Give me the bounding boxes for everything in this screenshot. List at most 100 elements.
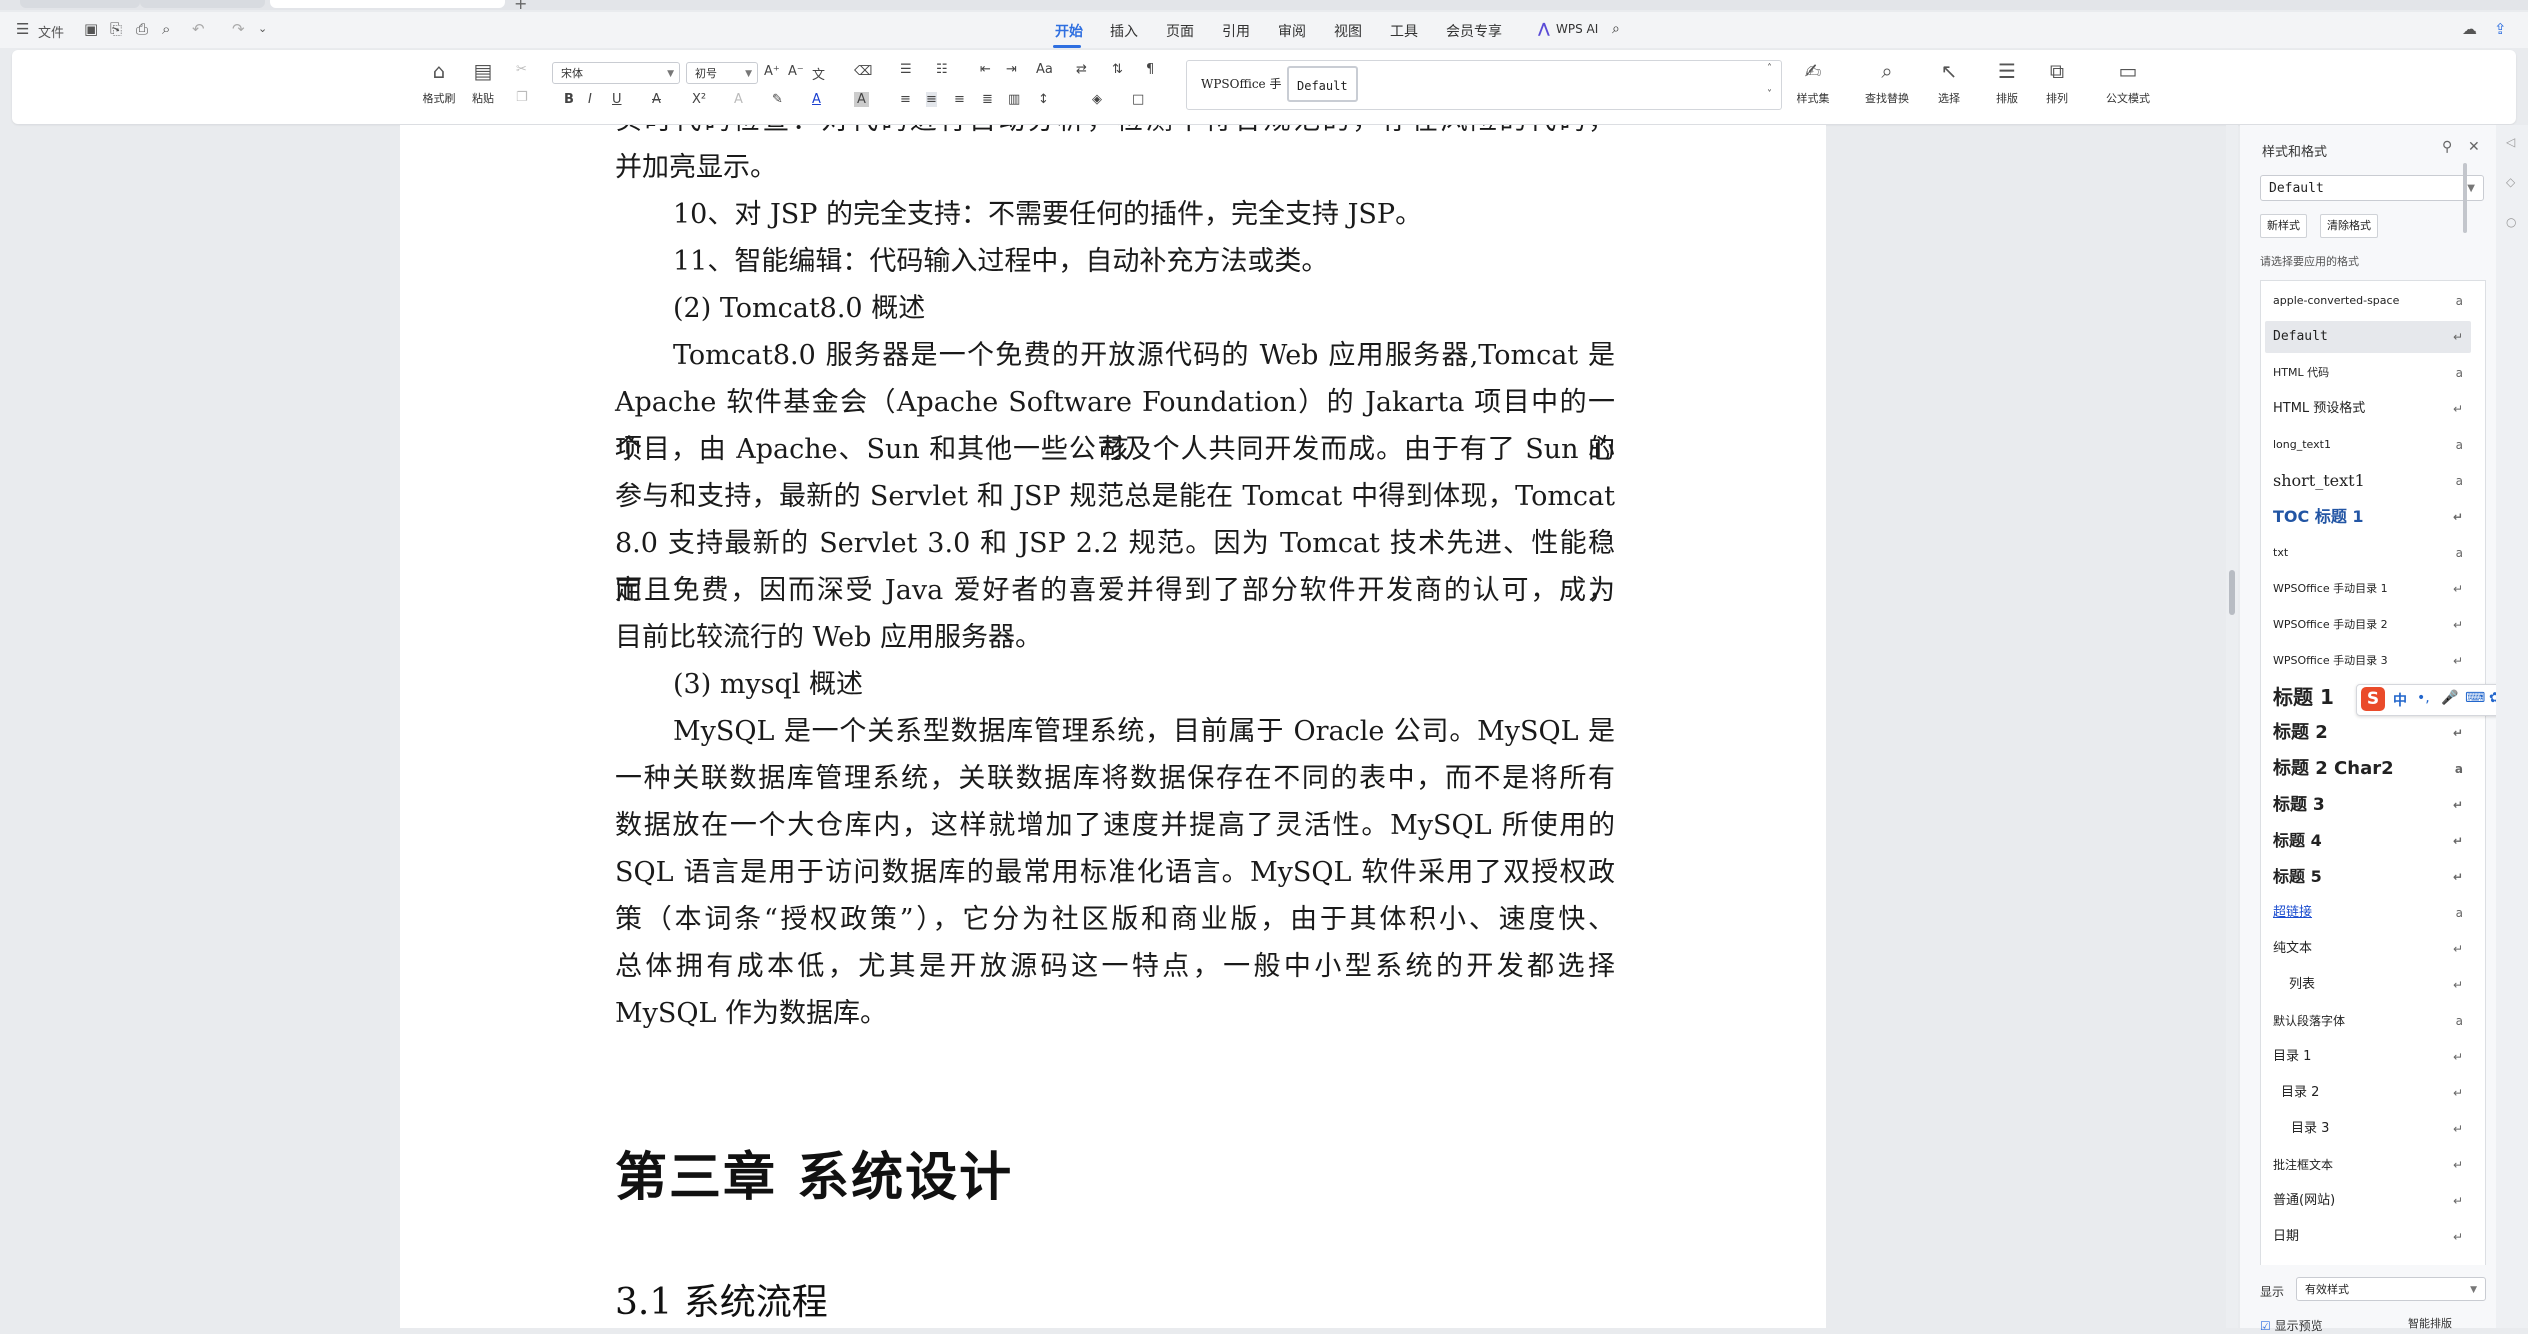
style-list-scrollbar[interactable]	[2463, 163, 2467, 233]
superscript-icon[interactable]: X²	[692, 92, 706, 107]
strikethrough-icon[interactable]: A	[652, 92, 661, 107]
menu-references[interactable]: 引用	[1222, 21, 1250, 41]
style-item[interactable]: apple-converted-space a	[2265, 285, 2471, 317]
style-item[interactable]: 标题 5 ↵	[2265, 861, 2471, 893]
shading-icon[interactable]: ◈	[1092, 92, 1102, 107]
gallery-scroll-up-icon[interactable]: ˄	[1767, 63, 1772, 74]
style-item[interactable]: short_text1 a	[2265, 465, 2471, 497]
style-item[interactable]: 纯文本 ↵	[2265, 933, 2471, 965]
align-left-icon[interactable]: ≡	[900, 92, 911, 107]
pin-icon[interactable]: ⚲	[2442, 139, 2452, 155]
distributed-icon[interactable]: ▥	[1008, 92, 1020, 107]
style-item[interactable]: HTML 代码 a	[2265, 357, 2471, 389]
current-style-select[interactable]: Default ▼	[2260, 175, 2484, 201]
ime-logo[interactable]: S	[2361, 687, 2385, 711]
style-item[interactable]: 标题 4 ↵	[2265, 825, 2471, 857]
document-scrollbar-thumb[interactable]	[2229, 570, 2235, 615]
undo-icon[interactable]: ↶	[192, 20, 205, 38]
document-tab[interactable]	[20, 0, 140, 8]
menu-home[interactable]: 开始	[1055, 21, 1083, 41]
style-item[interactable]: 目录 3 ↵	[2265, 1113, 2471, 1145]
export-pdf-icon[interactable]: ⎘	[110, 20, 122, 38]
clear-formatting-icon[interactable]: ⌫	[854, 64, 872, 79]
arrange-button[interactable]: ⧉ 排列	[2030, 58, 2084, 106]
strip-tool-icon[interactable]: ◁	[2506, 135, 2515, 149]
select-button[interactable]: ↖ 选择	[1922, 58, 1976, 106]
grow-font-icon[interactable]: A⁺	[764, 64, 780, 79]
show-marks-icon[interactable]: ¶	[1146, 62, 1154, 77]
redo-icon[interactable]: ↷	[232, 20, 245, 38]
cut-icon[interactable]: ✂	[516, 62, 527, 77]
menu-insert[interactable]: 插入	[1110, 21, 1138, 41]
ime-mode-toggle[interactable]: 中	[2393, 690, 2407, 710]
layout-button[interactable]: ☰ 排版	[1980, 58, 2034, 106]
gallery-expand-icon[interactable]: ˅	[1767, 89, 1772, 100]
shrink-font-icon[interactable]: A⁻	[788, 64, 804, 79]
customize-quick-access-icon[interactable]: ⌄	[258, 22, 267, 35]
share-icon[interactable]: ⇪	[2494, 20, 2507, 38]
hamburger-menu-icon[interactable]: ☰	[16, 20, 29, 38]
style-item[interactable]: 超链接 a	[2265, 897, 2471, 929]
style-item[interactable]: WPSOffice 手动目录 2 ↵	[2265, 609, 2471, 641]
style-set-button[interactable]: ✍ 样式集	[1786, 58, 1840, 106]
underline-icon[interactable]: U	[612, 92, 622, 107]
font-name-select[interactable]: 宋体 ▼	[552, 62, 680, 84]
menu-wps-ai[interactable]: WPS AI	[1556, 22, 1598, 36]
close-icon[interactable]: ✕	[2468, 139, 2480, 155]
increase-indent-icon[interactable]: ⇥	[1006, 62, 1017, 77]
document-scrollbar[interactable]	[2226, 125, 2238, 1328]
italic-icon[interactable]: I	[588, 92, 592, 107]
style-item[interactable]: 普通(网站) ↵	[2265, 1185, 2471, 1217]
sort-icon[interactable]: ⇅	[1112, 62, 1123, 77]
bullet-list-icon[interactable]: ☰	[900, 62, 912, 77]
active-document-tab[interactable]	[270, 0, 505, 8]
style-item[interactable]: 批注框文本 ↵	[2265, 1149, 2471, 1181]
gallery-style-item[interactable]: WPSOffice 手	[1193, 66, 1289, 102]
bold-icon[interactable]: B	[564, 92, 574, 107]
document-tab[interactable]	[140, 0, 265, 8]
menu-page[interactable]: 页面	[1166, 21, 1194, 41]
text-direction-icon[interactable]: ⇄	[1076, 62, 1087, 77]
justify-icon[interactable]: ≣	[982, 92, 993, 107]
wps-ai-logo-icon[interactable]: ⋀	[1538, 21, 1550, 37]
keyboard-icon[interactable]: ⌨	[2465, 690, 2485, 706]
style-item[interactable]: 日期 ↵	[2265, 1221, 2471, 1253]
document-page[interactable]: 实时代码检查：对代码进行自动分析，检测不符合规范的，存在风险的代码， 并加亮显示…	[400, 125, 1826, 1328]
change-case-icon[interactable]: Aa	[1036, 62, 1053, 77]
style-item[interactable]: txt a	[2265, 537, 2471, 569]
align-right-icon[interactable]: ≡	[954, 92, 965, 107]
numbered-list-icon[interactable]: ☷	[936, 62, 948, 77]
font-color-icon[interactable]: A	[812, 92, 821, 107]
borders-icon[interactable]: □	[1132, 92, 1144, 107]
menu-member[interactable]: 会员专享	[1446, 21, 1502, 41]
character-shading-icon[interactable]: A	[854, 92, 869, 107]
panel-title[interactable]: 样式和格式	[2262, 141, 2327, 160]
style-item[interactable]: 标题 2 ↵	[2265, 717, 2471, 749]
decrease-indent-icon[interactable]: ⇤	[980, 62, 991, 77]
line-spacing-icon[interactable]: ↕	[1038, 92, 1049, 107]
style-item[interactable]: 标题 2 Char2 a	[2265, 753, 2471, 785]
search-icon[interactable]: ⌕	[1612, 21, 1620, 37]
smart-layout-button[interactable]: 智能排版	[2408, 1315, 2452, 1331]
cloud-sync-icon[interactable]: ☁	[2462, 20, 2477, 38]
style-item[interactable]: 目录 2 ↵	[2265, 1077, 2471, 1109]
official-document-mode-button[interactable]: ▭ 公文模式	[2098, 58, 2158, 106]
file-menu[interactable]: 文件	[38, 22, 64, 41]
print-icon[interactable]: ⎙	[136, 20, 148, 38]
strip-tool-icon[interactable]: ◇	[2506, 175, 2515, 189]
font-size-select[interactable]: 初号 ▼	[686, 62, 758, 84]
paste-button[interactable]: ▤ 粘贴	[456, 58, 510, 106]
style-item[interactable]: TOC 标题 1 ↵	[2265, 501, 2471, 533]
style-item[interactable]: 目录 1 ↵	[2265, 1041, 2471, 1073]
gallery-style-item[interactable]: Default	[1287, 66, 1358, 102]
menu-review[interactable]: 审阅	[1278, 21, 1306, 41]
print-preview-icon[interactable]: ⌕	[162, 20, 170, 38]
style-item[interactable]: HTML 预设格式 ↵	[2265, 393, 2471, 425]
clear-format-button[interactable]: 清除格式	[2320, 214, 2378, 238]
highlight-icon[interactable]: ✎	[772, 92, 783, 107]
style-item[interactable]: 默认段落字体 a	[2265, 1005, 2471, 1037]
microphone-icon[interactable]: 🎤	[2441, 690, 2458, 706]
punctuation-icon[interactable]: •,	[2417, 690, 2430, 706]
style-item[interactable]: 标题 3 ↵	[2265, 789, 2471, 821]
copy-icon[interactable]: ❐	[516, 90, 528, 105]
